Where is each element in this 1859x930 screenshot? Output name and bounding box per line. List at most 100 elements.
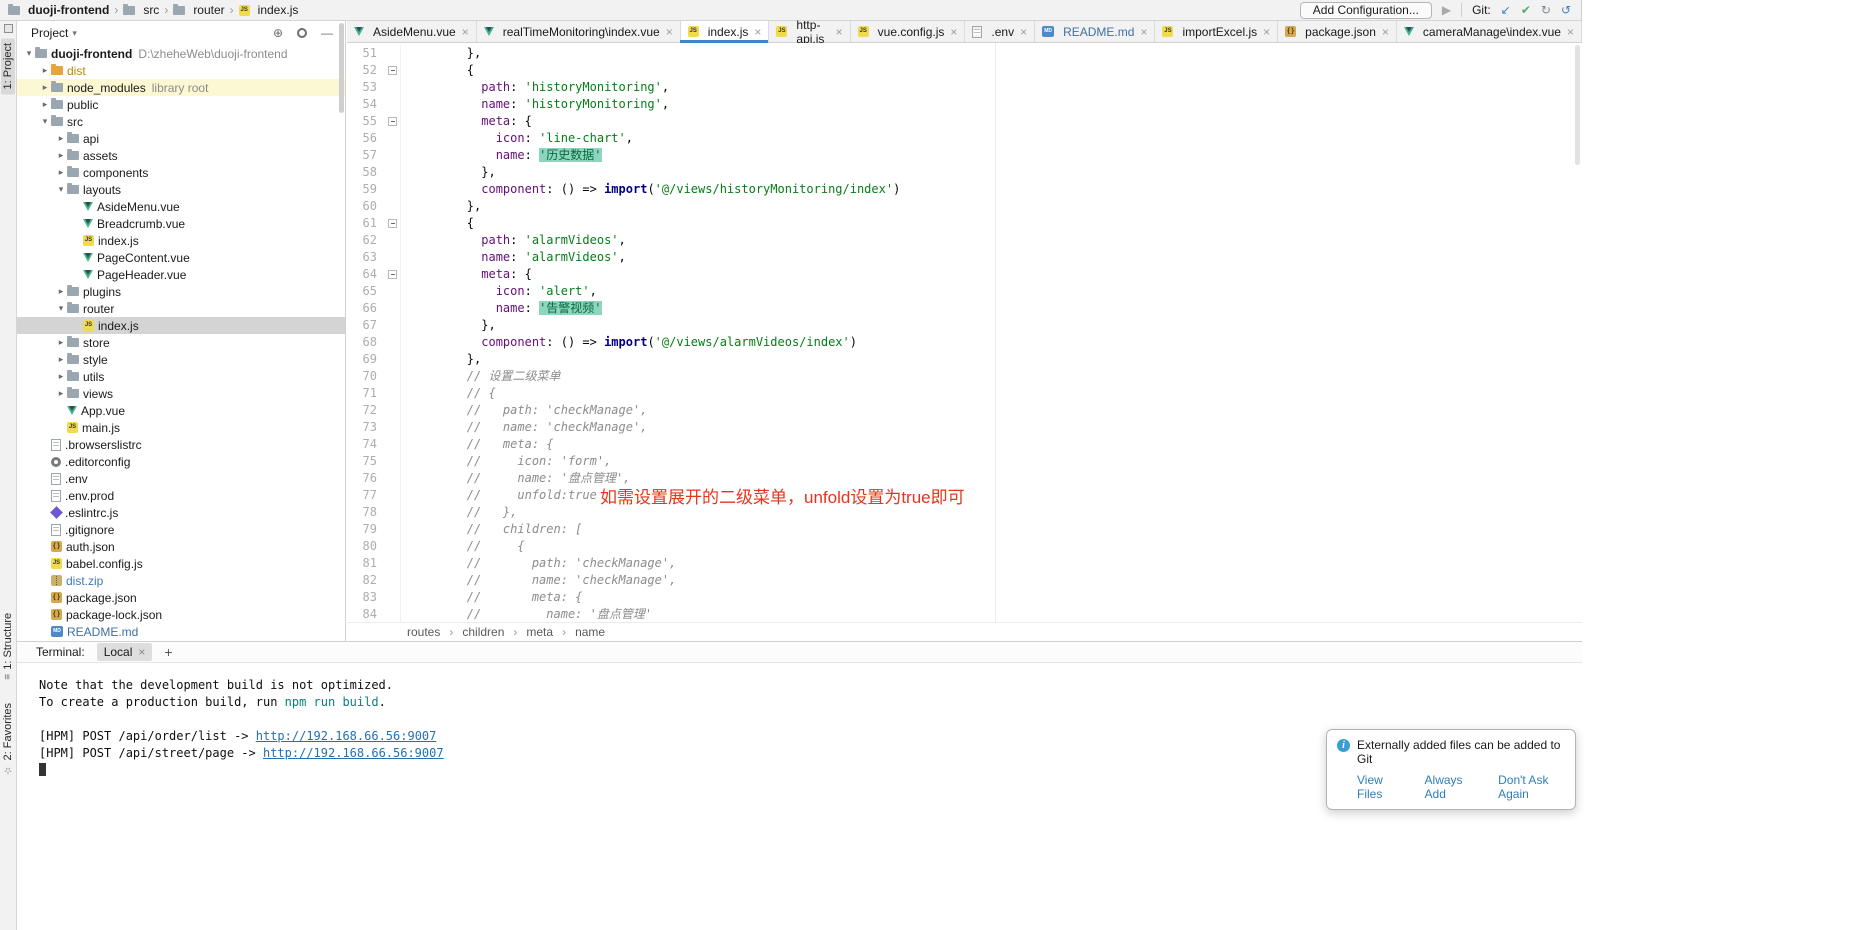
editor-tab[interactable]: realTimeMonitoring\index.vue×: [477, 21, 681, 42]
tree-item[interactable]: babel.config.js: [17, 555, 345, 572]
editor-tab[interactable]: README.md×: [1035, 21, 1155, 42]
code-line[interactable]: 83 // meta: {: [347, 589, 1582, 606]
code-line[interactable]: 60 },: [347, 198, 1582, 215]
git-history-icon[interactable]: ↻: [1541, 4, 1551, 16]
notification-action[interactable]: Don't Ask Again: [1498, 773, 1565, 801]
code-line[interactable]: 70 // 设置二级菜单: [347, 368, 1582, 385]
breadcrumb-item[interactable]: routes: [407, 625, 440, 639]
close-icon[interactable]: ×: [138, 645, 145, 659]
chevron-icon[interactable]: ▾: [55, 184, 67, 195]
editor-tab[interactable]: AsideMenu.vue×: [347, 21, 477, 42]
close-icon[interactable]: ×: [1567, 25, 1574, 39]
tree-item[interactable]: ▸style: [17, 351, 345, 368]
fold-icon[interactable]: [388, 66, 397, 75]
tree-item[interactable]: ▸public: [17, 96, 345, 113]
tree-item[interactable]: index.js: [17, 317, 345, 334]
hide-panel-icon[interactable]: —: [321, 26, 333, 40]
editor-tab[interactable]: package.json×: [1278, 21, 1397, 42]
editor-body[interactable]: 51 },52 {53 path: 'historyMonitoring',54…: [347, 43, 1582, 622]
editor-tab[interactable]: index.js×: [681, 21, 770, 42]
fold-icon[interactable]: [388, 117, 397, 126]
tree-item[interactable]: .eslintrc.js: [17, 504, 345, 521]
tree-item[interactable]: ▸utils: [17, 368, 345, 385]
tree-item[interactable]: ▸store: [17, 334, 345, 351]
chevron-icon[interactable]: ▸: [55, 133, 67, 144]
code-line[interactable]: 52 {: [347, 62, 1582, 79]
tree-item[interactable]: ▸components: [17, 164, 345, 181]
tree-item[interactable]: ▸api: [17, 130, 345, 147]
chevron-icon[interactable]: ▸: [55, 150, 67, 161]
code-line[interactable]: 80 // {: [347, 538, 1582, 555]
tree-item[interactable]: ▸views: [17, 385, 345, 402]
code-line[interactable]: 81 // path: 'checkManage',: [347, 555, 1582, 572]
git-commit-icon[interactable]: ✔: [1521, 4, 1531, 16]
notification-action[interactable]: Always Add: [1425, 773, 1475, 801]
breadcrumb-item[interactable]: children: [462, 625, 504, 639]
chevron-icon[interactable]: ▾: [23, 48, 35, 59]
breadcrumb-item[interactable]: router: [173, 3, 224, 17]
code-line[interactable]: 56 icon: 'line-chart',: [347, 130, 1582, 147]
code-line[interactable]: 66 name: '告警视频': [347, 300, 1582, 317]
tree-item[interactable]: PageContent.vue: [17, 249, 345, 266]
chevron-icon[interactable]: ▸: [55, 388, 67, 399]
code-line[interactable]: 54 name: 'historyMonitoring',: [347, 96, 1582, 113]
close-icon[interactable]: ×: [836, 25, 843, 39]
project-panel-title[interactable]: Project: [31, 26, 68, 40]
tree-item[interactable]: ▸assets: [17, 147, 345, 164]
close-icon[interactable]: ×: [1263, 25, 1270, 39]
tree-item[interactable]: PageHeader.vue: [17, 266, 345, 283]
code-line[interactable]: 59 component: () => import('@/views/hist…: [347, 181, 1582, 198]
chevron-icon[interactable]: ▸: [55, 167, 67, 178]
locate-file-icon[interactable]: ⊕: [273, 26, 283, 40]
tree-item[interactable]: .gitignore: [17, 521, 345, 538]
code-line[interactable]: 74 // meta: {: [347, 436, 1582, 453]
tree-item[interactable]: ▸plugins: [17, 283, 345, 300]
breadcrumb-item[interactable]: duoji-frontend: [8, 3, 109, 17]
tree-item[interactable]: AsideMenu.vue: [17, 198, 345, 215]
code-line[interactable]: 72 // path: 'checkManage',: [347, 402, 1582, 419]
code-line[interactable]: 53 path: 'historyMonitoring',: [347, 79, 1582, 96]
chevron-icon[interactable]: ▸: [55, 354, 67, 365]
editor-scrollbar[interactable]: [1575, 45, 1580, 165]
fold-icon[interactable]: [388, 270, 397, 279]
terminal-tab-local[interactable]: Local ×: [97, 643, 153, 661]
close-icon[interactable]: ×: [462, 25, 469, 39]
chevron-icon[interactable]: ▸: [55, 337, 67, 348]
code-line[interactable]: 63 name: 'alarmVideos',: [347, 249, 1582, 266]
tree-item[interactable]: ▾router: [17, 300, 345, 317]
code-line[interactable]: 71 // {: [347, 385, 1582, 402]
tool-window-switcher-icon[interactable]: [4, 24, 13, 33]
run-icon[interactable]: ▶: [1442, 4, 1451, 16]
git-rollback-icon[interactable]: ↺: [1561, 4, 1571, 16]
chevron-icon[interactable]: ▾: [55, 303, 67, 314]
code-line[interactable]: 69 },: [347, 351, 1582, 368]
editor-tab[interactable]: cameraManage\index.vue×: [1397, 21, 1582, 42]
tree-item[interactable]: ▾src: [17, 113, 345, 130]
editor-tab[interactable]: importExcel.js×: [1155, 21, 1278, 42]
project-scrollbar[interactable]: [339, 23, 344, 113]
breadcrumb-item[interactable]: name: [575, 625, 605, 639]
chevron-icon[interactable]: ▾: [39, 116, 51, 127]
code-line[interactable]: 61 {: [347, 215, 1582, 232]
tree-item[interactable]: ▾layouts: [17, 181, 345, 198]
code-line[interactable]: 64 meta: {: [347, 266, 1582, 283]
tool-button-favorites[interactable]: ☆ 2: Favorites: [2, 703, 14, 775]
close-icon[interactable]: ×: [754, 25, 761, 39]
terminal-link[interactable]: http://192.168.66.56:9007: [263, 746, 444, 760]
tree-item[interactable]: main.js: [17, 419, 345, 436]
code-line[interactable]: 75 // icon: 'form',: [347, 453, 1582, 470]
tree-item[interactable]: auth.json: [17, 538, 345, 555]
code-line[interactable]: 84 // name: '盘点管理': [347, 606, 1582, 622]
close-icon[interactable]: ×: [950, 25, 957, 39]
new-terminal-button[interactable]: +: [164, 644, 172, 660]
close-icon[interactable]: ×: [1382, 25, 1389, 39]
tool-button-structure[interactable]: ≡ 1: Structure: [2, 613, 14, 680]
fold-icon[interactable]: [388, 219, 397, 228]
tree-item[interactable]: package-lock.json: [17, 606, 345, 623]
tree-item[interactable]: .editorconfig: [17, 453, 345, 470]
gear-icon[interactable]: [297, 28, 307, 38]
editor-tab[interactable]: http-api.js×: [769, 21, 850, 42]
code-line[interactable]: 73 // name: 'checkManage',: [347, 419, 1582, 436]
chevron-icon[interactable]: ▸: [39, 99, 51, 110]
editor-tab[interactable]: .env×: [965, 21, 1035, 42]
